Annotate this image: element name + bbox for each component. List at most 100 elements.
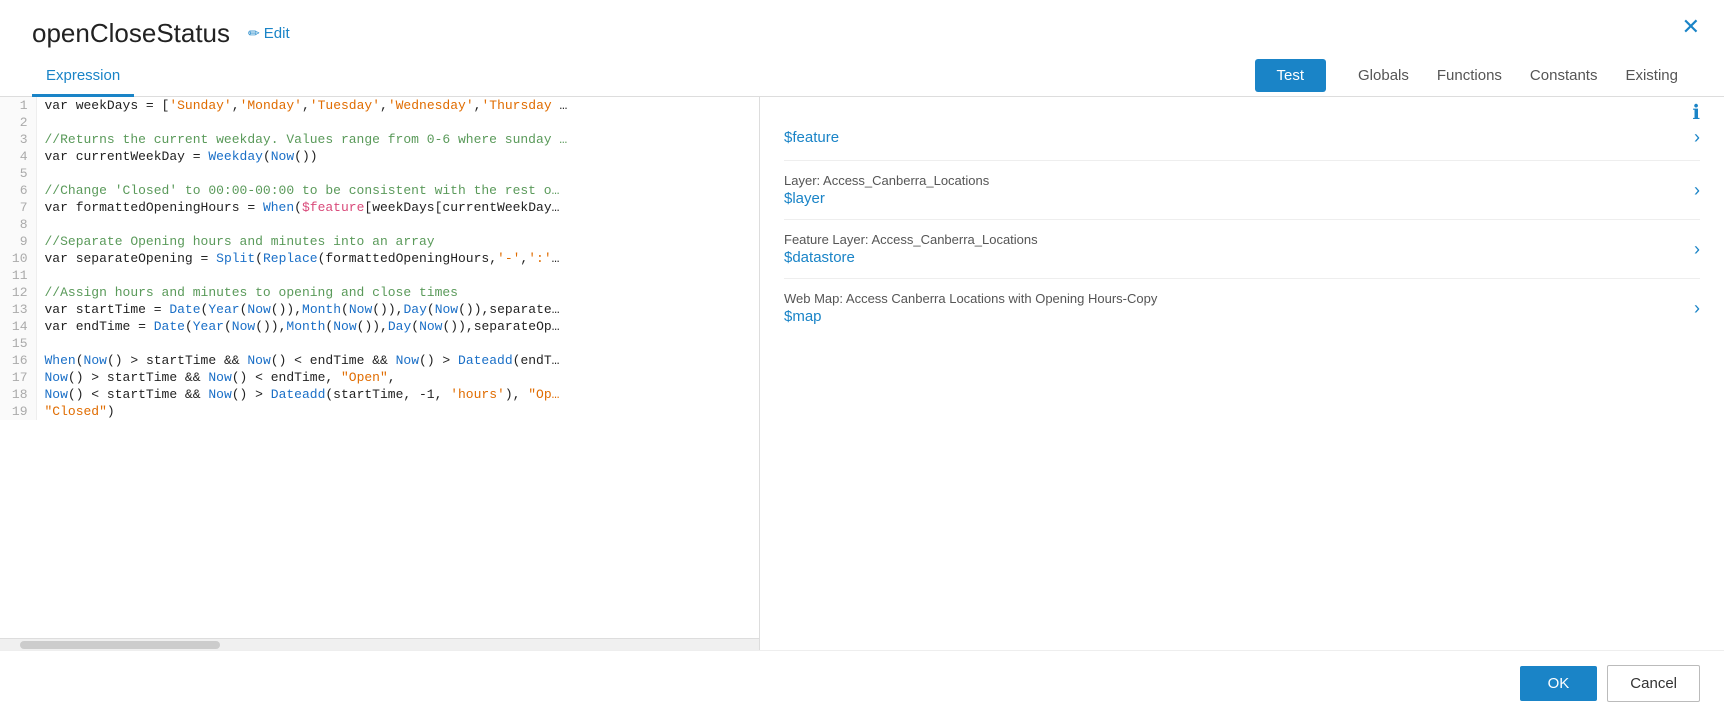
line-num: 3: [0, 131, 36, 148]
code-line-18: 18 Now() < startTime && Now() > Dateadd(…: [0, 386, 759, 403]
code-line-9: 9 //Separate Opening hours and minutes i…: [0, 233, 759, 250]
code-line-17: 17 Now() > startTime && Now() < endTime,…: [0, 369, 759, 386]
line-num: 1: [0, 97, 36, 114]
line-num: 19: [0, 403, 36, 420]
line-num: 18: [0, 386, 36, 403]
horizontal-scrollbar[interactable]: [0, 638, 759, 650]
chevron-right-icon-map: ›: [1694, 298, 1700, 319]
code-table: 1 var weekDays = ['Sunday','Monday','Tue…: [0, 97, 759, 420]
globals-item-map[interactable]: Web Map: Access Canberra Locations with …: [784, 279, 1700, 337]
line-num: 14: [0, 318, 36, 335]
globals-item-value-datastore: $datastore: [784, 249, 1686, 266]
line-num: 6: [0, 182, 36, 199]
line-code: var separateOpening = Split(Replace(form…: [36, 250, 759, 267]
line-code: [36, 335, 759, 352]
line-num: 4: [0, 148, 36, 165]
code-line-12: 12 //Assign hours and minutes to opening…: [0, 284, 759, 301]
globals-item-layer[interactable]: Layer: Access_Canberra_Locations $layer …: [784, 161, 1700, 220]
chevron-right-icon-datastore: ›: [1694, 239, 1700, 260]
code-line-15: 15: [0, 335, 759, 352]
line-num: 16: [0, 352, 36, 369]
line-code: When(Now() > startTime && Now() < endTim…: [36, 352, 759, 369]
line-num: 2: [0, 114, 36, 131]
globals-item-value-layer: $layer: [784, 190, 1686, 207]
edit-link[interactable]: ✏ Edit: [248, 25, 290, 42]
pencil-icon: ✏: [248, 25, 260, 42]
ok-button[interactable]: OK: [1520, 666, 1598, 701]
line-num: 7: [0, 199, 36, 216]
line-code: //Separate Opening hours and minutes int…: [36, 233, 759, 250]
code-line-6: 6 //Change 'Closed' to 00:00-00:00 to be…: [0, 182, 759, 199]
line-num: 8: [0, 216, 36, 233]
line-code: //Returns the current weekday. Values ra…: [36, 131, 759, 148]
chevron-right-icon-layer: ›: [1694, 180, 1700, 201]
code-line-5: 5: [0, 165, 759, 182]
globals-item-feature[interactable]: $feature ›: [784, 115, 1700, 161]
line-code: Now() < startTime && Now() > Dateadd(sta…: [36, 386, 759, 403]
line-code: //Change 'Closed' to 00:00-00:00 to be c…: [36, 182, 759, 199]
globals-item-content-map: Web Map: Access Canberra Locations with …: [784, 291, 1686, 325]
line-code: [36, 114, 759, 131]
code-line-1: 1 var weekDays = ['Sunday','Monday','Tue…: [0, 97, 759, 114]
line-code: var startTime = Date(Year(Now()),Month(N…: [36, 301, 759, 318]
code-line-13: 13 var startTime = Date(Year(Now()),Mont…: [0, 301, 759, 318]
modal: openCloseStatus ✏ Edit ✕ Expression Test…: [0, 0, 1724, 716]
cancel-button[interactable]: Cancel: [1607, 665, 1700, 702]
line-code: [36, 216, 759, 233]
line-num: 12: [0, 284, 36, 301]
line-num: 13: [0, 301, 36, 318]
globals-item-label-datastore: Feature Layer: Access_Canberra_Locations: [784, 232, 1686, 247]
code-line-10: 10 var separateOpening = Split(Replace(f…: [0, 250, 759, 267]
globals-item-content-datastore: Feature Layer: Access_Canberra_Locations…: [784, 232, 1686, 266]
line-num: 15: [0, 335, 36, 352]
line-num: 17: [0, 369, 36, 386]
tab-existing[interactable]: Existing: [1611, 57, 1692, 97]
scrollbar-thumb: [20, 641, 220, 649]
code-line-4: 4 var currentWeekDay = Weekday(Now()): [0, 148, 759, 165]
line-code: Now() > startTime && Now() < endTime, "O…: [36, 369, 759, 386]
globals-item-value-feature: $feature: [784, 129, 1686, 146]
line-num: 9: [0, 233, 36, 250]
tab-constants[interactable]: Constants: [1516, 57, 1612, 97]
code-editor[interactable]: 1 var weekDays = ['Sunday','Monday','Tue…: [0, 97, 759, 638]
info-icon[interactable]: ℹ: [1692, 100, 1700, 125]
tab-test-button[interactable]: Test: [1255, 59, 1327, 92]
code-line-14: 14 var endTime = Date(Year(Now()),Month(…: [0, 318, 759, 335]
line-code: var formattedOpeningHours = When($featur…: [36, 199, 759, 216]
line-code: var weekDays = ['Sunday','Monday','Tuesd…: [36, 97, 759, 114]
editor-panel: 1 var weekDays = ['Sunday','Monday','Tue…: [0, 97, 760, 650]
line-num: 10: [0, 250, 36, 267]
code-line-2: 2: [0, 114, 759, 131]
right-panel: $feature › Layer: Access_Canberra_Locati…: [760, 97, 1724, 650]
tab-expression[interactable]: Expression: [32, 57, 134, 97]
line-code: "Closed"): [36, 403, 759, 420]
globals-item-content-layer: Layer: Access_Canberra_Locations $layer: [784, 173, 1686, 207]
globals-item-datastore[interactable]: Feature Layer: Access_Canberra_Locations…: [784, 220, 1700, 279]
line-code: var currentWeekDay = Weekday(Now()): [36, 148, 759, 165]
tab-bar: Expression Test Globals Functions Consta…: [0, 57, 1724, 97]
line-code: //Assign hours and minutes to opening an…: [36, 284, 759, 301]
modal-title: openCloseStatus: [32, 18, 230, 49]
globals-item-content: $feature: [784, 129, 1686, 146]
chevron-right-icon-feature: ›: [1694, 127, 1700, 148]
globals-item-label-map: Web Map: Access Canberra Locations with …: [784, 291, 1686, 306]
code-line-3: 3 //Returns the current weekday. Values …: [0, 131, 759, 148]
code-line-7: 7 var formattedOpeningHours = When($feat…: [0, 199, 759, 216]
modal-footer: OK Cancel: [0, 650, 1724, 716]
content-area: 1 var weekDays = ['Sunday','Monday','Tue…: [0, 97, 1724, 650]
line-code: [36, 165, 759, 182]
close-button[interactable]: ✕: [1682, 16, 1700, 38]
line-num: 5: [0, 165, 36, 182]
tab-functions[interactable]: Functions: [1423, 57, 1516, 97]
line-code: var endTime = Date(Year(Now()),Month(Now…: [36, 318, 759, 335]
code-line-19: 19 "Closed"): [0, 403, 759, 420]
code-line-8: 8: [0, 216, 759, 233]
tab-globals[interactable]: Globals: [1344, 57, 1423, 97]
line-code: [36, 267, 759, 284]
code-line-16: 16 When(Now() > startTime && Now() < end…: [0, 352, 759, 369]
code-line-11: 11: [0, 267, 759, 284]
globals-item-value-map: $map: [784, 308, 1686, 325]
edit-label: Edit: [264, 25, 290, 42]
globals-item-label-layer: Layer: Access_Canberra_Locations: [784, 173, 1686, 188]
line-num: 11: [0, 267, 36, 284]
